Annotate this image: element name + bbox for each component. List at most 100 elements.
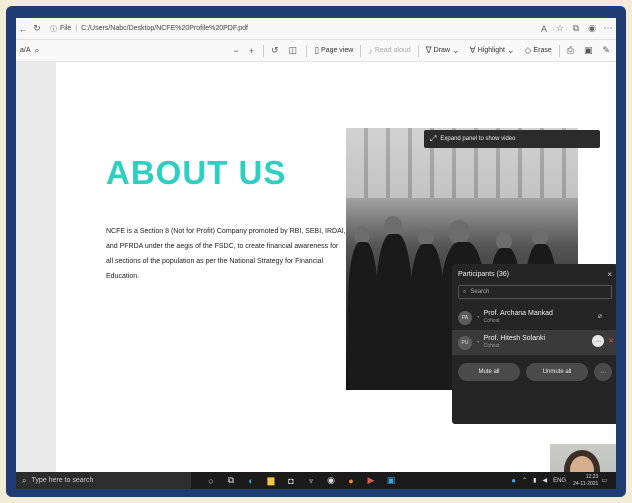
edge-icon[interactable]: ◐ [241, 476, 261, 486]
toolbar-divider [417, 44, 419, 57]
language-indicator[interactable]: ENG [553, 478, 566, 484]
notification-icon[interactable]: ▭ [601, 477, 607, 484]
highlight-button[interactable]: ∀ Highlight ⌄ [470, 45, 517, 56]
fit-icon: ◫ [288, 45, 298, 55]
pdf-toolbar: a/A ⌕ − + ↺ ◫ ▯ Page view ♪ Read aloud ∇ Dr… [16, 40, 616, 62]
read-mode-icon[interactable]: A [536, 24, 552, 34]
pdf-app-icon[interactable]: ▣ [381, 475, 401, 486]
photo-figure [410, 244, 444, 390]
pdf-viewer[interactable]: ABOUT US NCFE is a Section 8 (Not for Pr… [16, 62, 616, 489]
store-icon[interactable]: ◘ [281, 476, 301, 486]
highlight-icon: ∀ [469, 45, 476, 55]
screen: ← ↻ ⓘ File | C:/Users/Nabc/Desktop/NCFE%… [16, 18, 616, 489]
find-button[interactable]: a/A ⌕ [20, 45, 42, 56]
read-aloud-label: Read aloud [374, 47, 411, 54]
profile-icon[interactable]: ◉ [584, 23, 600, 34]
fit-page-button[interactable]: ◫ [289, 45, 300, 56]
favorite-star-icon[interactable]: ☆ [552, 23, 568, 34]
mic-off-icon: ⌀ [597, 313, 602, 320]
network-icon[interactable]: ▮ [533, 477, 536, 484]
pin-button[interactable]: ✎ [602, 45, 612, 56]
unmute-all-button[interactable]: Unmute all [526, 363, 588, 381]
participants-title: Participants (36) [458, 271, 509, 278]
photo-figure [448, 220, 470, 244]
read-aloud-icon: ♪ [368, 45, 373, 56]
url-separator: | [75, 25, 78, 32]
system-tray: ● ⌃ ▮ ◀ ENG 12:23 24-11-2021 ▭ [508, 474, 616, 488]
media-player-icon[interactable]: ▶ [361, 475, 381, 486]
video-off-icon: ◔ [476, 314, 480, 321]
refresh-icon[interactable]: ↻ [30, 23, 44, 34]
participant-role: Cohost [483, 343, 500, 349]
search-icon: ⌕ [22, 475, 27, 485]
participant-role: Cohost [483, 318, 500, 324]
avatar: PU [458, 335, 472, 350]
toolbar-divider [306, 44, 308, 57]
mic-muted-icon[interactable]: ✕ [608, 337, 614, 345]
address-bar: ← ↻ ⓘ File | C:/Users/Nabc/Desktop/NCFE%… [16, 18, 616, 40]
clock[interactable]: 12:23 24-11-2021 [573, 474, 598, 488]
participant-row[interactable]: PA ◔ Prof. Archana Mankad Cohost ⌀ [452, 305, 616, 330]
taskbar-search-input[interactable]: ⌕ Type here to search [16, 472, 191, 489]
erase-label: Erase [533, 47, 552, 54]
info-icon: ⓘ [50, 25, 57, 33]
more-options-button[interactable]: ⋯ [594, 363, 612, 381]
participant-row[interactable]: PU ◔ Prof. Hitesh Solanki Cohost ⋯ ✕ [452, 330, 616, 355]
about-paragraph: NCFE is a Section 8 (Not for Profit) Com… [106, 228, 346, 280]
participants-search-input[interactable]: ⌕ Search [458, 285, 612, 299]
expand-hint-text: Expand panel to show video [440, 136, 516, 142]
toolbar-divider [360, 44, 362, 57]
video-off-icon: ◔ [476, 339, 480, 346]
zoom-app-icon[interactable]: ◉ [321, 475, 341, 486]
toolbar-divider [263, 44, 264, 57]
participant-info: Prof. Archana Mankad Cohost [484, 310, 553, 325]
zoom-in-button[interactable]: + [249, 46, 256, 56]
back-icon[interactable]: ← [16, 24, 30, 34]
rotate-button[interactable]: ↺ [271, 45, 281, 56]
draw-button[interactable]: ∇ Draw ⌄ [426, 45, 462, 56]
highlight-label: Highlight [477, 47, 505, 54]
url-field[interactable]: ⓘ File | C:/Users/Nabc/Desktop/NCFE%20Pr… [50, 22, 536, 36]
file-label: File [60, 25, 72, 32]
weather-icon[interactable]: ● [511, 476, 516, 485]
participant-name: Prof. Hitesh Solanki [483, 335, 546, 342]
search-icon: ⌕ [463, 288, 467, 295]
app-icon[interactable]: ♆ [301, 476, 321, 486]
collections-icon[interactable]: ⧉ [568, 23, 584, 34]
firefox-icon[interactable]: ● [341, 476, 361, 486]
page-view-button[interactable]: ▯ Page view [314, 45, 353, 56]
close-icon[interactable]: × [607, 270, 612, 279]
minus-icon: − [233, 45, 239, 56]
print-icon: ⎙ [566, 45, 574, 55]
volume-icon[interactable]: ◀ [542, 477, 547, 484]
chevron-up-icon[interactable]: ⌃ [522, 477, 527, 484]
chevron-down-icon: ⌄ [452, 45, 460, 55]
save-button[interactable]: ▣ [584, 45, 595, 56]
plus-icon: + [248, 45, 254, 56]
search-icon: ⌕ [34, 45, 40, 55]
cortana-icon[interactable]: ○ [201, 476, 221, 486]
find-label: a/A [20, 47, 31, 54]
read-aloud-button[interactable]: ♪ Read aloud [368, 46, 410, 56]
page-view-label: Page view [321, 47, 354, 54]
expand-panel-hint[interactable]: ⤢ Expand panel to show video [424, 130, 600, 148]
participant-info: Prof. Hitesh Solanki Cohost [484, 335, 545, 350]
chevron-down-icon: ⌄ [506, 45, 515, 55]
page-title: ABOUT US [106, 154, 287, 191]
participants-actions: Mute all Unmute all ⋯ [452, 355, 616, 381]
taskbar-apps: ○ ⧉ ◐ ▆ ◘ ♆ ◉ ● ▶ ▣ [201, 475, 401, 486]
file-explorer-icon[interactable]: ▆ [261, 475, 281, 486]
task-view-icon[interactable]: ⧉ [221, 475, 241, 486]
draw-icon: ∇ [425, 45, 432, 55]
search-placeholder: Search [470, 289, 490, 295]
draw-label: Draw [433, 47, 450, 54]
participants-panel: Participants (36) × ⌕ Search PA ◔ Prof. … [452, 264, 616, 424]
zoom-out-button[interactable]: − [233, 46, 240, 56]
save-icon: ▣ [583, 45, 593, 55]
mute-all-button[interactable]: Mute all [458, 363, 520, 381]
more-options-icon[interactable]: ⋯ [592, 335, 604, 347]
erase-button[interactable]: ◇ Erase [525, 45, 552, 56]
print-button[interactable]: ⎙ [567, 45, 576, 56]
more-menu-icon[interactable]: ⋯ [600, 23, 616, 34]
toolbar-divider [558, 44, 560, 57]
